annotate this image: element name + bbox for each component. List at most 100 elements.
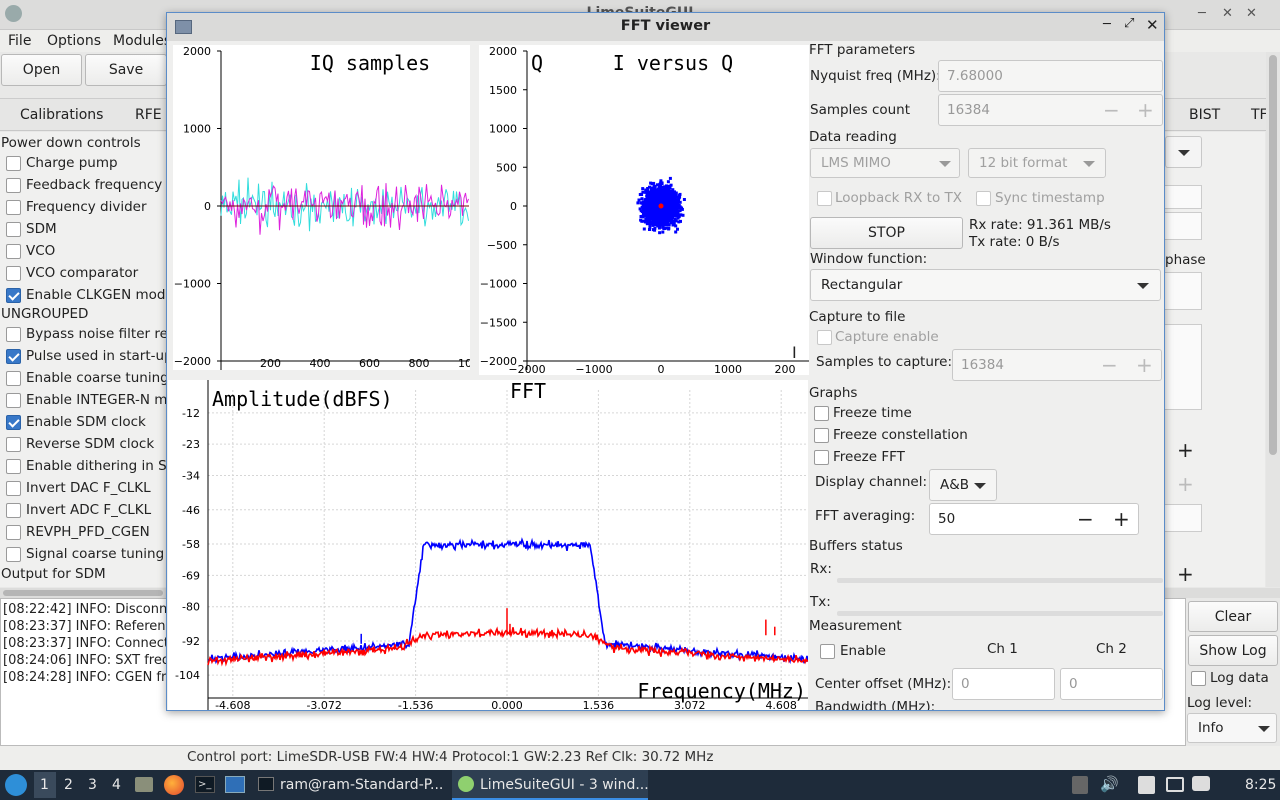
- iq-samples-plot[interactable]: 2000 1000 0 −1000 −2000 200 400 600 800 100 IQ sam…: [173, 45, 479, 370]
- freeze-fft-label: Freeze FFT: [833, 449, 905, 465]
- power-down-item-checkbox[interactable]: [6, 222, 21, 237]
- display-icon[interactable]: [1166, 777, 1184, 792]
- freeze-constellation-label: Freeze constellation: [833, 427, 968, 443]
- center-offset-ch1[interactable]: 0: [952, 668, 1055, 700]
- clipboard-icon[interactable]: [1072, 776, 1088, 794]
- fft-viewer-window: FFT viewer ─ ⤢ ✕ 2000 1000 0 −1000 −2000 200 4…: [124, 12, 1165, 712]
- volume-icon[interactable]: 🔊: [1100, 775, 1119, 793]
- samples-capture-field[interactable]: 16384: [952, 349, 1162, 381]
- plus-icon[interactable]: +: [1177, 564, 1194, 584]
- minus-icon[interactable]: −: [1103, 100, 1120, 120]
- ungrouped-item-checkbox[interactable]: [6, 503, 21, 518]
- samples-count-field[interactable]: 16384: [938, 94, 1163, 126]
- cgen-controls-panel: Power down controls Charge pump Feedback …: [0, 132, 168, 587]
- show-log-button[interactable]: Show Log: [1188, 635, 1278, 666]
- tab-bist[interactable]: BIST: [1189, 107, 1220, 123]
- menu-modules[interactable]: Modules: [113, 33, 171, 49]
- close-icon[interactable]: ✕: [1146, 16, 1159, 34]
- x-tick-label: 800: [409, 357, 430, 370]
- constellation-point: [667, 192, 671, 196]
- log-level-select[interactable]: Info: [1187, 713, 1277, 743]
- vertical-scrollbar[interactable]: [1266, 52, 1280, 587]
- right-combo[interactable]: [1165, 136, 1202, 168]
- constellation-point: [668, 202, 672, 206]
- power-down-item-checkbox[interactable]: [6, 156, 21, 171]
- ch2-label: Ch 2: [1096, 641, 1127, 657]
- clear-log-button[interactable]: Clear: [1188, 601, 1278, 632]
- fft-plot[interactable]: -12-23-34-46-58-69-80-92-104-6.144-4.608…: [124, 379, 889, 712]
- open-button[interactable]: Open: [1, 54, 82, 86]
- plus-icon[interactable]: +: [1113, 509, 1130, 529]
- ungrouped-item-checkbox[interactable]: [6, 437, 21, 452]
- minimize-icon[interactable]: ─: [1198, 6, 1206, 21]
- save-button[interactable]: Save: [85, 54, 167, 86]
- menu-options[interactable]: Options: [47, 33, 101, 49]
- ungrouped-item-checkbox[interactable]: [6, 349, 21, 364]
- freeze-time-checkbox[interactable]: [814, 406, 829, 421]
- ungrouped-item-checkbox[interactable]: [6, 327, 21, 342]
- tab-rfe[interactable]: RFE: [135, 107, 162, 123]
- log-data-checkbox[interactable]: [1191, 671, 1206, 686]
- constellation-point: [663, 201, 667, 205]
- freeze-constellation-checkbox[interactable]: [814, 428, 829, 443]
- minimize-icon[interactable]: ─: [1103, 17, 1111, 32]
- fft-averaging-field[interactable]: 50: [929, 503, 1139, 535]
- files-icon[interactable]: [1138, 776, 1155, 794]
- measurement-enable-checkbox[interactable]: [820, 644, 835, 659]
- plus-icon[interactable]: +: [1177, 440, 1194, 460]
- ungrouped-item-checkbox[interactable]: [6, 393, 21, 408]
- maximize-icon[interactable]: ✕: [1222, 6, 1233, 21]
- constellation-point: [652, 185, 656, 188]
- plus-icon[interactable]: +: [1137, 100, 1154, 120]
- ungrouped-item-checkbox[interactable]: [6, 481, 21, 496]
- maximize-icon[interactable]: ⤢: [1124, 16, 1134, 31]
- tab-calibrations[interactable]: Calibrations: [20, 107, 103, 123]
- ungrouped-item-checkbox[interactable]: [6, 547, 21, 562]
- power-down-item-checkbox[interactable]: [6, 266, 21, 281]
- chat-icon[interactable]: [1192, 776, 1210, 791]
- constellation-point: [639, 209, 643, 213]
- terminal-task[interactable]: ram@ram-Standard-P...: [280, 777, 443, 793]
- format-select[interactable]: 12 bit format: [968, 148, 1106, 178]
- terminal-icon[interactable]: >_: [195, 776, 215, 793]
- fft-params-title: FFT parameters: [809, 42, 916, 58]
- constellation-point: [642, 227, 646, 231]
- minus-icon[interactable]: −: [1077, 509, 1094, 529]
- freeze-fft-checkbox[interactable]: [814, 450, 829, 465]
- workspace-4[interactable]: 4: [112, 777, 121, 793]
- plus-icon[interactable]: +: [1136, 355, 1153, 375]
- start-menu-icon[interactable]: [5, 774, 27, 796]
- close-icon[interactable]: ✕: [1246, 6, 1257, 21]
- center-offset-ch2[interactable]: 0: [1060, 668, 1163, 700]
- display-channel-select[interactable]: A&B: [929, 469, 997, 501]
- sync-timestamp-checkbox[interactable]: [976, 191, 991, 206]
- file-manager-icon[interactable]: [135, 777, 153, 792]
- graphs-title: Graphs: [809, 385, 858, 401]
- lms-mode-select[interactable]: LMS MIMO: [810, 148, 960, 178]
- power-down-item-checkbox[interactable]: [6, 178, 21, 193]
- window-function-select[interactable]: Rectangular: [810, 269, 1161, 301]
- menu-file[interactable]: File: [8, 33, 31, 49]
- ungrouped-item-checkbox[interactable]: [6, 415, 21, 430]
- limesuite-task[interactable]: LimeSuiteGUI - 3 wind...: [480, 777, 649, 793]
- ungrouped-item-checkbox[interactable]: [6, 371, 21, 386]
- plus-icon[interactable]: +: [1177, 474, 1194, 494]
- stop-button[interactable]: STOP: [810, 217, 963, 249]
- constellation-point: [655, 212, 659, 216]
- loopback-checkbox[interactable]: [817, 191, 832, 206]
- capture-enable-checkbox[interactable]: [817, 330, 832, 345]
- minus-icon[interactable]: −: [1101, 355, 1118, 375]
- ungrouped-item-checkbox[interactable]: [6, 459, 21, 474]
- nyquist-field[interactable]: 7.68000: [938, 60, 1163, 92]
- power-down-item-checkbox[interactable]: [6, 288, 21, 303]
- ungrouped-item-checkbox[interactable]: [6, 525, 21, 540]
- constellation-plot[interactable]: 2000 1500 1000 500 0 −500 −1000 −1500 −2000 −2000…: [479, 45, 809, 376]
- power-down-item-checkbox[interactable]: [6, 244, 21, 259]
- workspace-2[interactable]: 2: [64, 777, 73, 793]
- workspace-3[interactable]: 3: [88, 777, 97, 793]
- power-down-item-checkbox[interactable]: [6, 200, 21, 215]
- firefox-icon[interactable]: [164, 775, 184, 795]
- constellation-point: [644, 206, 648, 210]
- window-icon[interactable]: [225, 776, 245, 793]
- chevron-down-icon: [1137, 283, 1149, 289]
